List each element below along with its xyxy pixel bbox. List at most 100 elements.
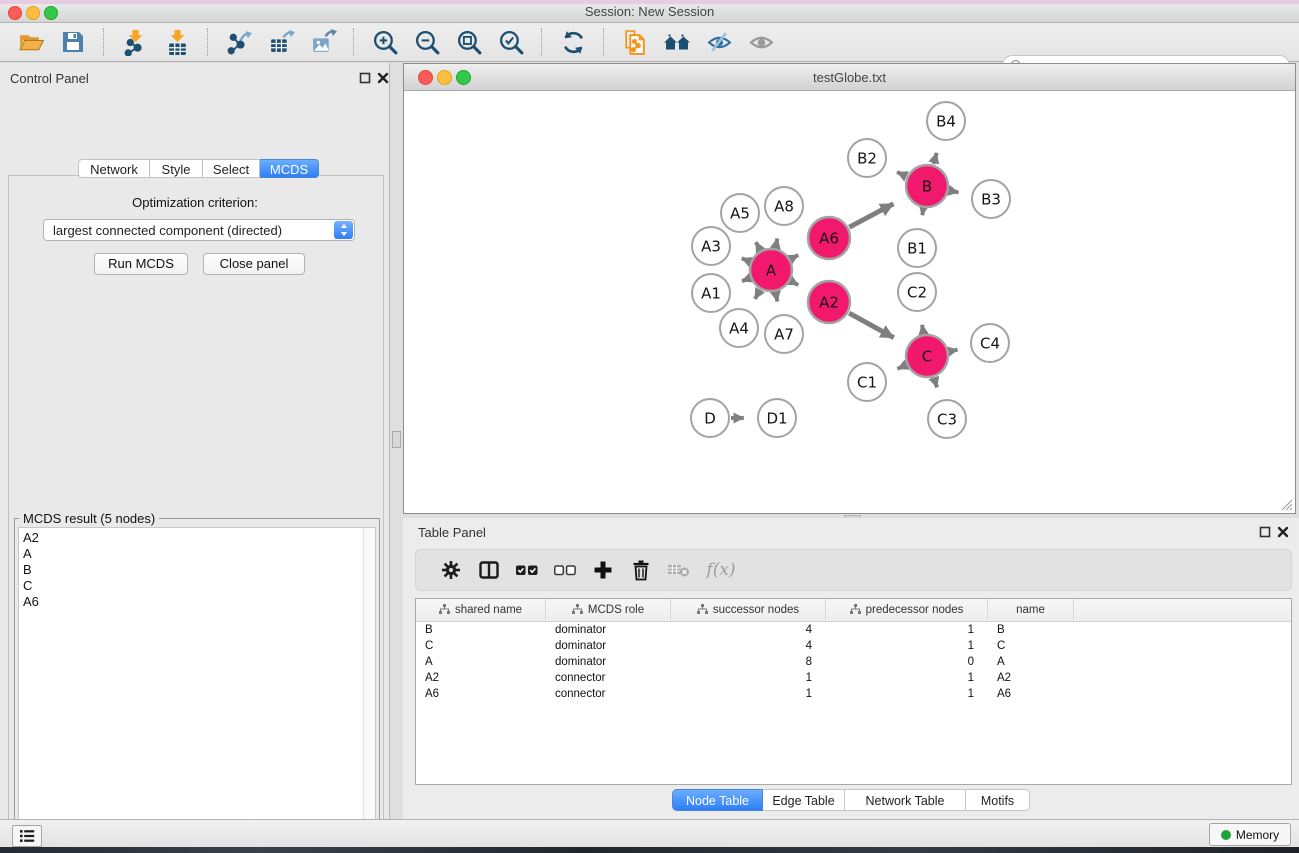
save-session-button[interactable] xyxy=(58,27,88,57)
edge-A-A5[interactable] xyxy=(756,242,760,250)
node-B3[interactable]: B3 xyxy=(972,180,1010,218)
edge-A-A4[interactable] xyxy=(755,290,760,299)
mcds-result-item[interactable]: A6 xyxy=(19,594,375,610)
column-header-name[interactable]: name xyxy=(988,599,1074,620)
mcds-result-item[interactable]: A2 xyxy=(19,530,375,546)
column-header-predecessor-nodes[interactable]: predecessor nodes xyxy=(826,599,988,620)
node-table[interactable]: shared nameMCDS rolesuccessor nodesprede… xyxy=(415,598,1292,785)
node-A3[interactable]: A3 xyxy=(692,227,730,265)
node-A[interactable]: A xyxy=(750,249,792,291)
import-network-button[interactable] xyxy=(120,27,150,57)
criterion-dropdown[interactable]: largest connected component (directed) xyxy=(43,219,355,241)
vertical-splitter-handle[interactable] xyxy=(392,431,401,448)
float-table-panel-icon[interactable] xyxy=(1259,526,1271,538)
edge-A-A2[interactable] xyxy=(791,281,798,285)
edge-A-A3[interactable] xyxy=(742,258,750,261)
zoom-out-button[interactable] xyxy=(412,27,442,57)
delete-column-button[interactable] xyxy=(622,557,660,583)
edge-A-A7[interactable] xyxy=(776,293,778,302)
delete-table-button[interactable] xyxy=(660,557,698,583)
zoom-selected-button[interactable] xyxy=(496,27,526,57)
refresh-button[interactable] xyxy=(558,27,588,57)
node-B[interactable]: B xyxy=(906,165,948,207)
mcds-result-list[interactable]: A2ABCA6 xyxy=(18,527,376,853)
table-row[interactable]: Bdominator41B xyxy=(416,622,1291,638)
edge-B-B2[interactable] xyxy=(897,172,906,176)
edge-A2-C[interactable] xyxy=(849,313,894,338)
node-C2[interactable]: C2 xyxy=(898,273,936,311)
node-B2[interactable]: B2 xyxy=(848,139,886,177)
tab-network-table[interactable]: Network Table xyxy=(845,789,966,811)
table-row[interactable]: Adominator80A xyxy=(416,654,1291,670)
close-panel-icon[interactable] xyxy=(377,72,389,84)
table-row[interactable]: Cdominator41C xyxy=(416,638,1291,654)
tab-motifs[interactable]: Motifs xyxy=(966,789,1030,811)
network-graph[interactable]: B4 B2 B B3 A5A8A6 B1 A3 A C2 A1 A2 A4A7 C4 C C1 C3 D D1 xyxy=(404,91,1295,513)
create-column-button[interactable] xyxy=(584,557,622,583)
select-all-button[interactable] xyxy=(508,557,546,583)
unselect-all-button[interactable] xyxy=(546,557,584,583)
node-D[interactable]: D xyxy=(691,399,729,437)
table-row[interactable]: A6connector11A6 xyxy=(416,686,1291,702)
network-canvas[interactable]: B4 B2 B B3 A5A8A6 B1 A3 A C2 A1 A2 A4A7 C4 C C1 C3 D D1 xyxy=(404,91,1295,513)
node-C4[interactable]: C4 xyxy=(971,324,1009,362)
run-mcds-button[interactable]: Run MCDS xyxy=(94,253,188,275)
window-resize-grip[interactable] xyxy=(1280,498,1293,511)
show-eye-button[interactable] xyxy=(746,27,776,57)
node-C[interactable]: C xyxy=(906,335,948,377)
node-D1[interactable]: D1 xyxy=(758,399,796,437)
edge-C-C4[interactable] xyxy=(950,350,958,352)
tab-network[interactable]: Network xyxy=(78,159,150,178)
network-window-titlebar[interactable]: testGlobe.txt xyxy=(404,64,1295,91)
node-C3[interactable]: C3 xyxy=(928,400,966,438)
column-header-shared-name[interactable]: shared name xyxy=(416,599,546,620)
edge-C-C3[interactable] xyxy=(934,378,937,388)
import-table-button[interactable] xyxy=(162,27,192,57)
node-A7[interactable]: A7 xyxy=(765,315,803,353)
edge-B-B4[interactable] xyxy=(934,153,937,164)
cybrowser-home-button[interactable] xyxy=(662,27,692,57)
mcds-result-item[interactable]: C xyxy=(19,578,375,594)
edge-A-A6[interactable] xyxy=(791,255,798,259)
node-A2[interactable]: A2 xyxy=(808,281,850,323)
edge-B-B1[interactable] xyxy=(922,209,923,216)
edge-A-A1[interactable] xyxy=(742,278,750,281)
tab-mcds[interactable]: MCDS xyxy=(260,159,319,178)
node-B4[interactable]: B4 xyxy=(927,102,965,140)
task-history-button[interactable] xyxy=(12,825,42,847)
tab-select[interactable]: Select xyxy=(203,159,260,178)
node-A4[interactable]: A4 xyxy=(720,309,758,347)
edge-C-C2[interactable] xyxy=(922,325,923,334)
open-file-button[interactable] xyxy=(16,27,46,57)
node-C1[interactable]: C1 xyxy=(848,363,886,401)
zoom-in-button[interactable] xyxy=(370,27,400,57)
node-A5[interactable]: A5 xyxy=(721,194,759,232)
mcds-result-scrollbar[interactable] xyxy=(363,528,375,853)
edge-C-C1[interactable] xyxy=(898,365,906,369)
network-from-file-button[interactable] xyxy=(620,27,650,57)
close-table-panel-icon[interactable] xyxy=(1277,526,1289,538)
export-network-button[interactable] xyxy=(224,27,254,57)
float-panel-icon[interactable] xyxy=(359,72,371,84)
export-image-button[interactable] xyxy=(308,27,338,57)
node-A6[interactable]: A6 xyxy=(808,217,850,259)
tab-edge-table[interactable]: Edge Table xyxy=(763,789,845,811)
edge-A-A8[interactable] xyxy=(776,239,778,248)
tab-node-table[interactable]: Node Table xyxy=(672,789,763,811)
zoom-fit-button[interactable] xyxy=(454,27,484,57)
memory-button[interactable]: Memory xyxy=(1209,823,1291,846)
mcds-result-item[interactable]: B xyxy=(19,562,375,578)
node-A1[interactable]: A1 xyxy=(692,274,730,312)
hide-glasses-button[interactable] xyxy=(704,27,734,57)
node-B1[interactable]: B1 xyxy=(898,229,936,267)
mcds-result-item[interactable]: A xyxy=(19,546,375,562)
node-A8[interactable]: A8 xyxy=(765,187,803,225)
close-panel-button[interactable]: Close panel xyxy=(203,253,305,275)
edge-B-B3[interactable] xyxy=(950,191,959,193)
tab-style[interactable]: Style xyxy=(150,159,203,178)
table-row[interactable]: A2connector11A2 xyxy=(416,670,1291,686)
function-builder-button[interactable]: f(x) xyxy=(698,557,744,583)
column-header-MCDS-role[interactable]: MCDS role xyxy=(546,599,671,620)
edge-A6-B[interactable] xyxy=(849,204,893,227)
column-header-successor-nodes[interactable]: successor nodes xyxy=(671,599,826,620)
